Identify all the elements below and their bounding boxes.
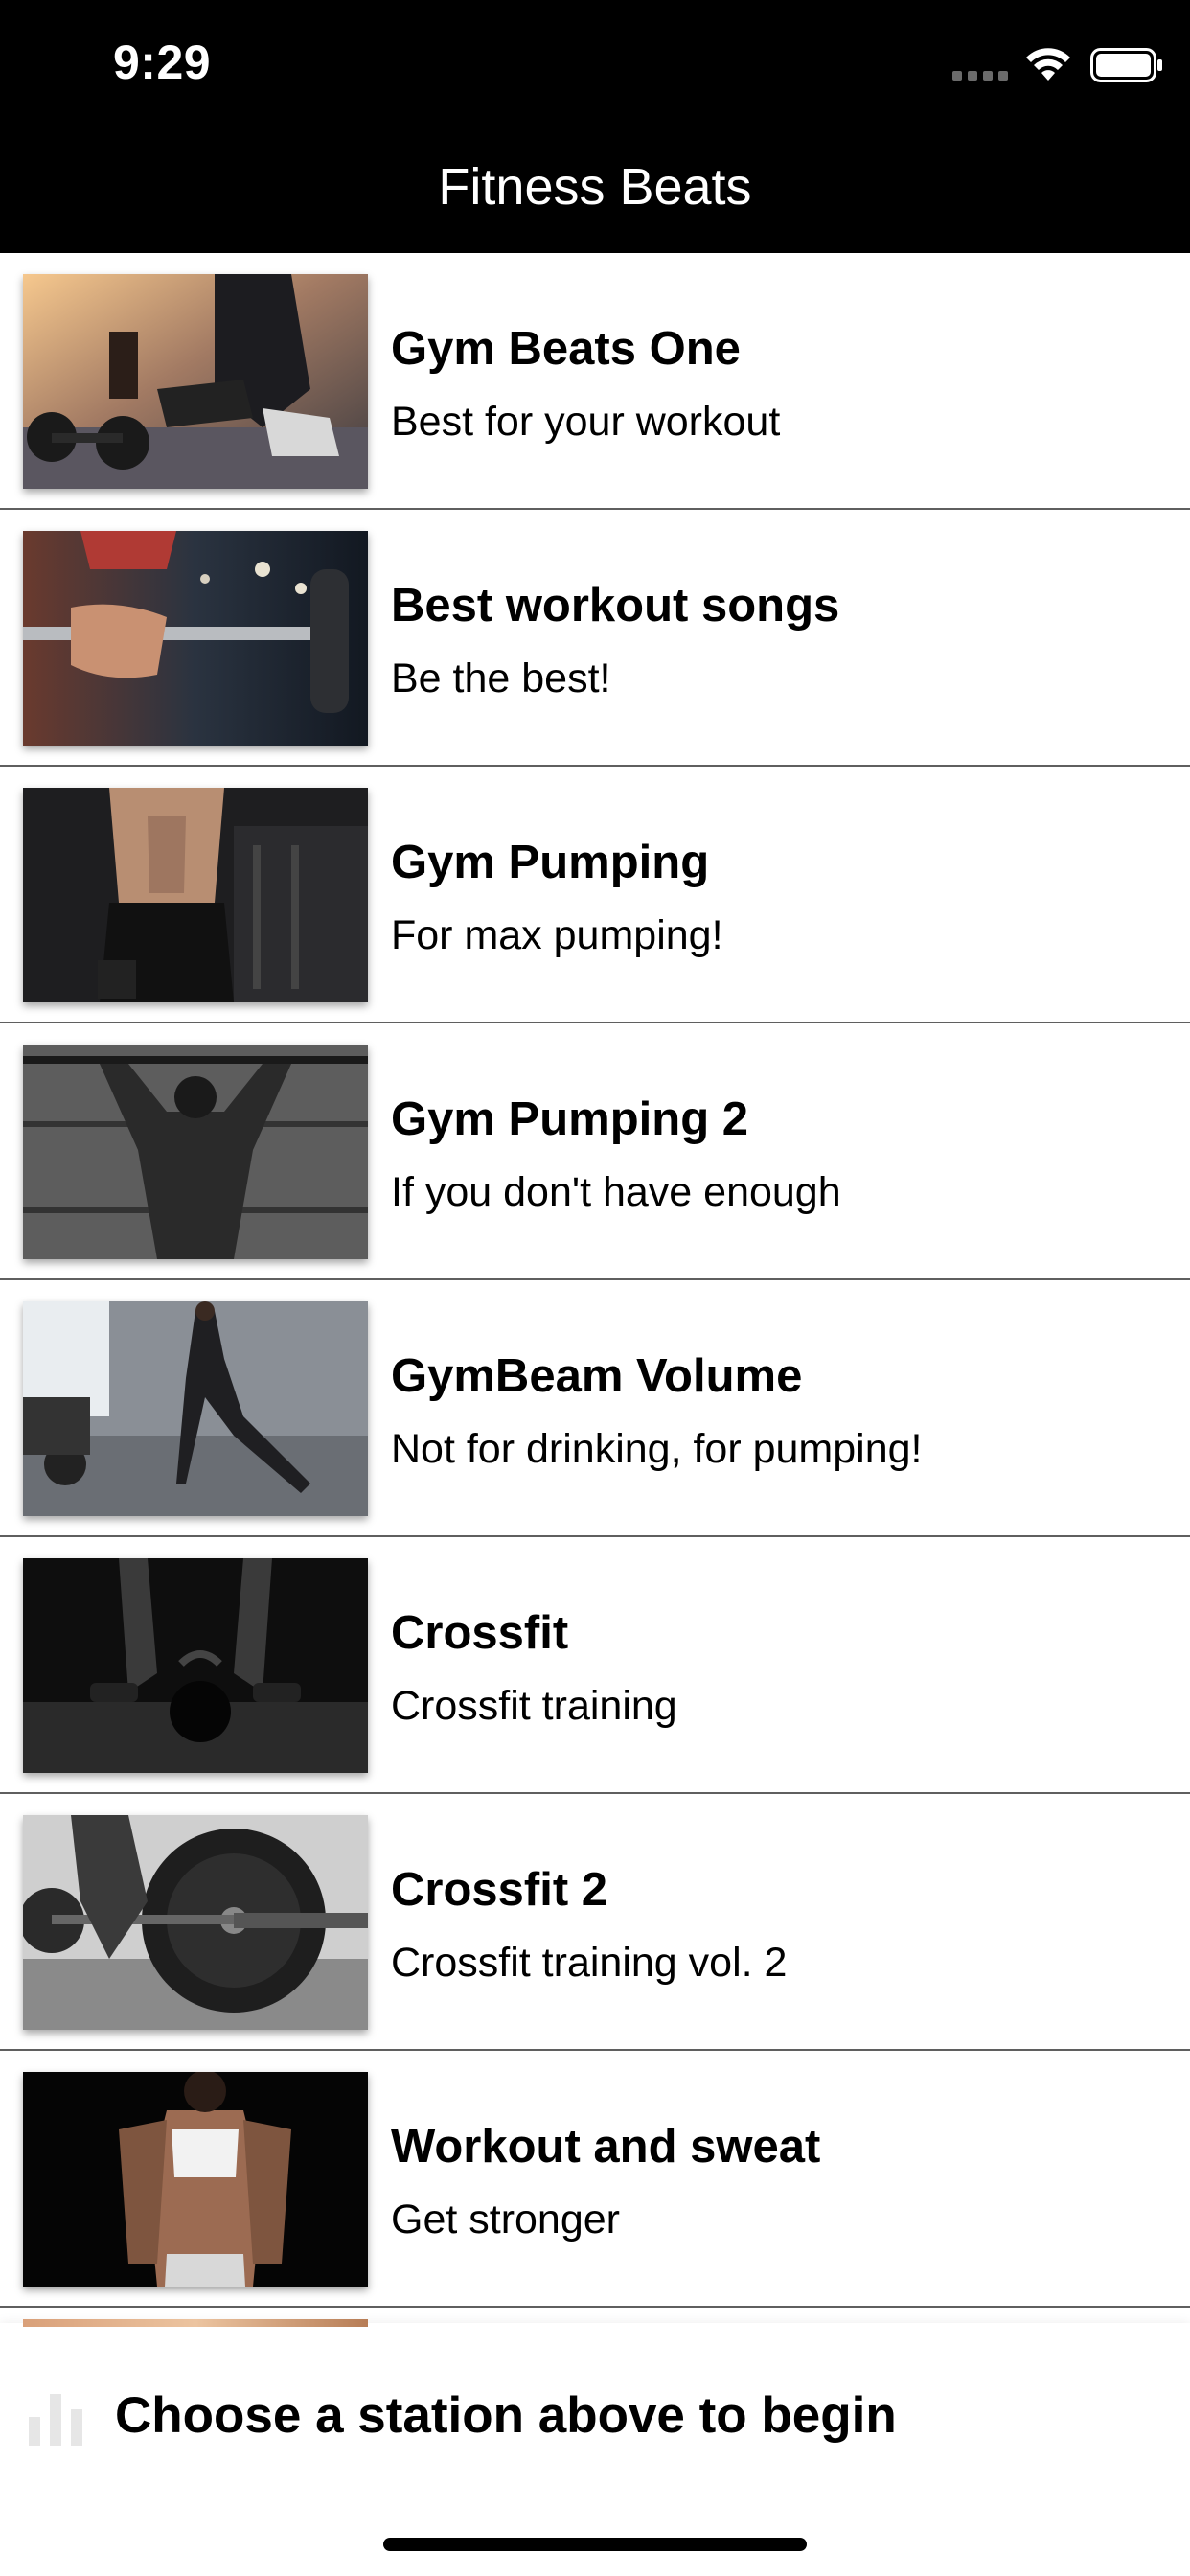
station-thumbnail-pullup-back [23, 1045, 368, 1259]
station-subtitle: For max pumping! [391, 912, 723, 958]
station-title: Gym Pumping 2 [391, 1093, 749, 1145]
station-row[interactable]: Gym Pumping For max pumping! [0, 767, 1190, 1024]
partial-station-thumbnail [23, 2319, 368, 2327]
equalizer-icon [29, 2394, 82, 2446]
top-bar: 9:29 Fitness Beats [0, 0, 1190, 253]
status-icons [903, 0, 1190, 125]
station-title: Crossfit 2 [391, 1864, 608, 1916]
mini-player[interactable]: Choose a station above to begin [0, 2319, 1190, 2576]
station-list[interactable]: Gym Beats One Best for your workout Best… [0, 253, 1190, 2323]
station-row[interactable]: Workout and sweat Get stronger [0, 2051, 1190, 2308]
page-title: Fitness Beats [438, 158, 752, 216]
station-row[interactable]: Best workout songs Be the best! [0, 510, 1190, 767]
player-prompt: Choose a station above to begin [115, 2387, 897, 2444]
station-row[interactable]: Crossfit Crossfit training [0, 1537, 1190, 1794]
station-subtitle: If you don't have enough [391, 1169, 841, 1215]
station-row[interactable]: Crossfit 2 Crossfit training vol. 2 [0, 1794, 1190, 2051]
station-subtitle: Crossfit training [391, 1683, 677, 1729]
station-thumbnail-weight-plate [23, 1815, 368, 2030]
cellular-signal-icon [952, 71, 1008, 80]
station-thumbnail-kettlebell [23, 1558, 368, 1773]
station-subtitle: Crossfit training vol. 2 [391, 1940, 788, 1986]
station-subtitle: Not for drinking, for pumping! [391, 1426, 923, 1472]
station-subtitle: Get stronger [391, 2196, 620, 2242]
station-thumbnail-torso-abs [23, 788, 368, 1002]
station-thumbnail-barbell-grip [23, 531, 368, 746]
station-title: Crossfit [391, 1607, 569, 1659]
station-thumbnail-woman-abs [23, 2072, 368, 2287]
station-title: Workout and sweat [391, 2121, 821, 2173]
wifi-icon [1026, 48, 1070, 80]
station-thumbnail-lunge-woman [23, 1301, 368, 1516]
station-row[interactable]: Gym Pumping 2 If you don't have enough [0, 1024, 1190, 1280]
station-title: Best workout songs [391, 580, 840, 632]
battery-icon [1090, 48, 1162, 82]
station-subtitle: Best for your workout [391, 399, 781, 445]
station-subtitle: Be the best! [391, 656, 611, 702]
station-title: Gym Pumping [391, 837, 710, 888]
station-thumbnail-dumbbell-shoes [23, 274, 368, 489]
home-indicator[interactable] [383, 2538, 807, 2551]
station-row[interactable]: GymBeam Volume Not for drinking, for pum… [0, 1280, 1190, 1537]
station-title: GymBeam Volume [391, 1350, 803, 1402]
station-row[interactable]: Gym Beats One Best for your workout [0, 253, 1190, 510]
station-title: Gym Beats One [391, 323, 741, 375]
status-time: 9:29 [113, 35, 212, 89]
